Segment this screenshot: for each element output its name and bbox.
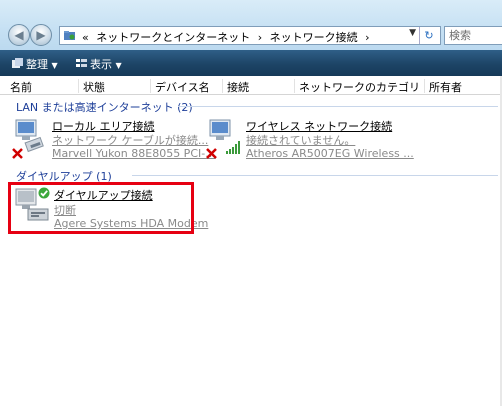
search-input[interactable]: 検索 (444, 26, 502, 45)
folder-icon (64, 31, 75, 40)
view-button[interactable]: 表示 ▼ (76, 56, 122, 72)
breadcrumb-overflow[interactable]: « (82, 31, 89, 44)
address-bar[interactable]: « ネットワークとインターネット › ネットワーク接続 › ▼ ↻ (59, 26, 441, 45)
breadcrumb: « ネットワークとインターネット › ネットワーク接続 › (82, 29, 374, 45)
column-header-network-category[interactable]: ネットワークのカテゴリ (294, 79, 420, 94)
group-header-lan[interactable]: LAN または高速インターネット (2) (16, 99, 193, 115)
group-divider (178, 106, 498, 107)
breadcrumb-separator[interactable]: › (365, 31, 369, 44)
back-button[interactable]: ◀ (8, 24, 30, 46)
list-item-local-area-connection[interactable]: ローカル エリア接続 ネットワーク ケーブルが接続... Marvell Yuk… (12, 118, 216, 164)
breadcrumb-item-network-connections[interactable]: ネットワーク接続 (270, 31, 358, 44)
organize-icon (12, 58, 23, 68)
view-label: 表示 (90, 58, 112, 71)
forward-button[interactable]: ▶ (30, 24, 52, 46)
breadcrumb-separator[interactable]: › (258, 31, 262, 44)
organize-button[interactable]: 整理 ▼ (12, 56, 58, 72)
view-icon (76, 59, 87, 67)
wireless-signal-icon (226, 141, 240, 154)
column-header-connection[interactable]: 接続 (222, 79, 249, 94)
connection-device: Atheros AR5007EG Wireless ... (246, 147, 414, 160)
disconnected-x-icon (206, 148, 217, 159)
chevron-down-icon[interactable]: ▼ (409, 28, 416, 38)
refresh-icon[interactable]: ↻ (419, 27, 438, 44)
connection-status: 接続されていません。 (246, 134, 356, 147)
chevron-down-icon: ▼ (115, 61, 122, 70)
chevron-down-icon: ▼ (51, 61, 58, 70)
highlight-box (8, 182, 194, 234)
column-header-name[interactable]: 名前 (6, 79, 32, 94)
command-toolbar: 整理 ▼ 表示 ▼ (0, 50, 502, 76)
organize-label: 整理 (26, 58, 48, 71)
connection-device: Marvell Yukon 88E8055 PCI-... (52, 147, 216, 160)
column-header-device-name[interactable]: デバイス名 (150, 79, 210, 94)
group-divider (132, 175, 498, 176)
column-header-status[interactable]: 状態 (78, 79, 105, 94)
column-header-owner[interactable]: 所有者 (424, 79, 462, 94)
disconnected-x-icon (12, 148, 23, 159)
connection-status: ネットワーク ケーブルが接続... (52, 134, 209, 147)
breadcrumb-item-network-internet[interactable]: ネットワークとインターネット (96, 31, 250, 44)
list-item-wireless-network-connection[interactable]: ワイヤレス ネットワーク接続 接続されていません。 Atheros AR5007… (206, 118, 500, 164)
column-header-row: 名前 状態 デバイス名 接続 ネットワークのカテゴリ 所有者 (0, 76, 502, 95)
